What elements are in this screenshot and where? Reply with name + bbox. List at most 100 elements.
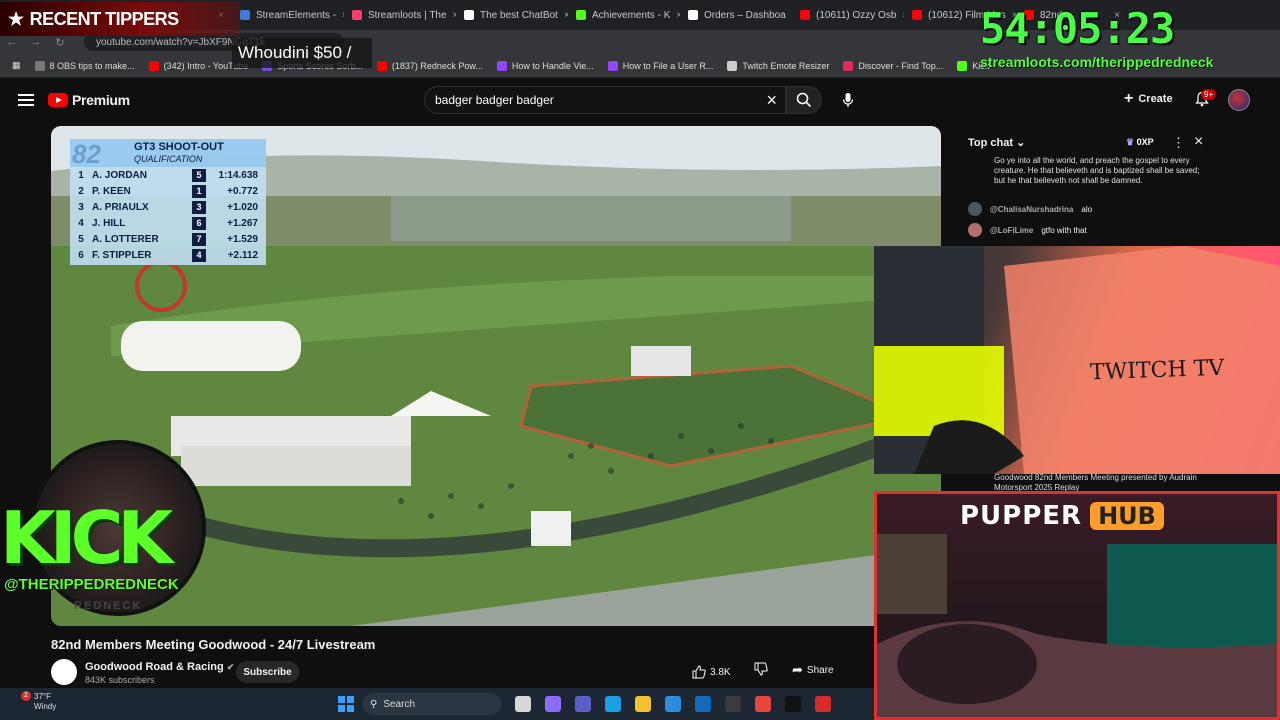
browser-tab[interactable]: Achievements - K × [568, 2, 680, 28]
account-avatar[interactable] [1228, 89, 1250, 111]
bookmark-item[interactable]: (1837) Redneck Pow... [371, 60, 489, 71]
voice-search-button[interactable] [836, 86, 860, 114]
search-input[interactable]: badger badger badger × [424, 86, 786, 114]
dislike-button[interactable] [754, 662, 768, 681]
tab-favicon-icon [464, 10, 474, 20]
reload-icon[interactable]: ↻ [48, 36, 72, 49]
star-icon: ★ [8, 8, 24, 29]
copilot-icon[interactable] [545, 696, 561, 712]
share-icon: ➦ [792, 662, 803, 677]
browser-tab[interactable]: Orders – Dashboa× [680, 2, 792, 28]
chat-username[interactable]: @ChalisaNurshadrina [990, 205, 1073, 214]
car-number: 1 [192, 184, 206, 198]
terminal-icon[interactable] [785, 696, 801, 712]
position: 2 [78, 185, 84, 197]
app-icon[interactable] [815, 696, 831, 712]
scoreboard-row: 4 J. HILL 6 +1.267 [70, 215, 266, 231]
scoreboard-row: 5 A. LOTTERER 7 +1.529 [70, 231, 266, 247]
chrome-icon[interactable] [755, 696, 771, 712]
channel-name-text[interactable]: Goodwood Road & Racing [85, 661, 224, 673]
screen: Elements×StreamElements -×Streamloots | … [0, 0, 1280, 720]
chat-text: alo [1081, 204, 1093, 214]
browser-tab[interactable]: Streamloots | The × [344, 2, 456, 28]
start-button[interactable] [338, 696, 354, 712]
tab-favicon-icon [800, 10, 810, 20]
edge-icon[interactable] [605, 696, 621, 712]
bookmark-favicon-icon [34, 60, 45, 71]
subscribe-button[interactable]: Subscribe [236, 661, 299, 683]
search-icon [796, 92, 812, 108]
driver-name: F. STIPPLER [92, 249, 152, 261]
bookmark-item[interactable]: Twitch Emote Resizer [721, 60, 835, 71]
driver-name: A. JORDAN [92, 169, 148, 181]
browser-tab[interactable]: StreamElements -× [232, 2, 344, 28]
create-button[interactable]: + Create [1124, 90, 1173, 108]
pupper-hub-logo: PUPPER HUB [960, 500, 1164, 532]
recent-tippers-banner: ★ RECENT TIPPERS [0, 2, 240, 36]
explorer-icon[interactable] [635, 696, 651, 712]
like-button[interactable]: 3.8K [692, 662, 731, 682]
share-button[interactable]: ➦ Share [792, 662, 834, 678]
car-number: 4 [192, 248, 206, 262]
youtube-logo[interactable]: Premium [48, 92, 130, 108]
windows-taskbar: 2 37°F Windy ⚲ Search [0, 688, 874, 720]
chat-message: @LoFiLime gtfo with that [968, 223, 1087, 237]
kick-logo-overlay: KICK @THERIPPEDREDNECK REDNECK [0, 440, 222, 630]
chevron-down-icon: ⌄ [1016, 137, 1026, 149]
browser-tab[interactable]: The best ChatBot × [456, 2, 568, 28]
weather-condition: Windy [34, 702, 57, 711]
tab-label: The best ChatBot [480, 9, 558, 21]
kick-handle: @THERIPPEDREDNECK [4, 576, 179, 593]
chat-avatar[interactable] [968, 202, 982, 216]
store-icon[interactable] [665, 696, 681, 712]
obs-icon[interactable] [725, 696, 741, 712]
channel-avatar[interactable] [51, 659, 77, 685]
tab-label: Streamloots | The [368, 9, 447, 21]
chat-mode-dropdown[interactable]: Top chat ⌄ [968, 136, 1025, 149]
plus-icon: + [1124, 90, 1134, 107]
scoreboard-title: GT3 SHOOT-OUT [134, 141, 224, 153]
youtube-header: Premium badger badger badger × + Create … [0, 80, 1280, 120]
scoreboard-row: 3 A. PRIAULX 3 +1.020 [70, 199, 266, 215]
lap-gap: 1:14.638 [218, 169, 258, 181]
mic-icon [842, 93, 854, 107]
bookmark-label: (1837) Redneck Pow... [391, 60, 483, 71]
outlook-icon[interactable] [695, 696, 711, 712]
forward-icon[interactable]: → [24, 36, 48, 48]
kick-subtext: REDNECK [74, 600, 143, 612]
bookmark-item[interactable]: How to Handle Vie... [491, 60, 600, 71]
tipper-ticker: Whoudini $50 / [232, 38, 372, 68]
bookmark-item[interactable]: Discover - Find Top... [837, 60, 949, 71]
chat-username[interactable]: @LoFiLime [990, 226, 1033, 235]
recent-tippers-label: RECENT TIPPERS [29, 8, 180, 29]
tab-favicon-icon [352, 10, 362, 20]
create-label: Create [1138, 93, 1173, 105]
crown-icon: ♛ [1126, 137, 1135, 147]
bookmark-label: Discover - Find Top... [858, 60, 944, 71]
back-icon[interactable]: ← [0, 36, 24, 48]
taskbar-search[interactable]: ⚲ Search [362, 693, 502, 715]
files-icon[interactable] [515, 696, 531, 712]
driver-name: A. PRIAULX [92, 201, 149, 213]
chat-xp-badge[interactable]: ♛ 0XP [1126, 137, 1154, 148]
weather-widget[interactable]: 2 37°F Windy [8, 691, 57, 712]
bookmark-item[interactable]: 8 OBS tips to make... [29, 60, 141, 71]
close-chat-icon[interactable]: × [1194, 133, 1203, 151]
browser-tab[interactable]: (10611) Ozzy Osb× [792, 2, 904, 28]
menu-icon[interactable] [18, 91, 34, 109]
chat-more-icon[interactable]: ⋮ [1172, 135, 1185, 151]
chat-avatar[interactable] [968, 223, 982, 237]
apps-grid-icon[interactable]: ▦ [6, 60, 27, 71]
thumbs-down-icon [754, 662, 768, 676]
notification-count: 9+ [1201, 89, 1217, 100]
tab-favicon-icon [240, 10, 250, 20]
clear-search-icon[interactable]: × [766, 90, 777, 111]
driver-name: A. LOTTERER [92, 233, 159, 245]
search-icon: ⚲ [370, 698, 378, 710]
tab-favicon-icon [576, 10, 586, 20]
bookmark-item[interactable]: How to File a User R... [602, 60, 720, 71]
channel-name[interactable]: Goodwood Road & Racing ✔ [85, 661, 234, 673]
live-chat-panel: Top chat ⌄ ♛ 0XP ⋮ × Go ye into all the … [952, 128, 1222, 248]
search-button[interactable] [786, 86, 822, 114]
teams-icon[interactable] [575, 696, 591, 712]
